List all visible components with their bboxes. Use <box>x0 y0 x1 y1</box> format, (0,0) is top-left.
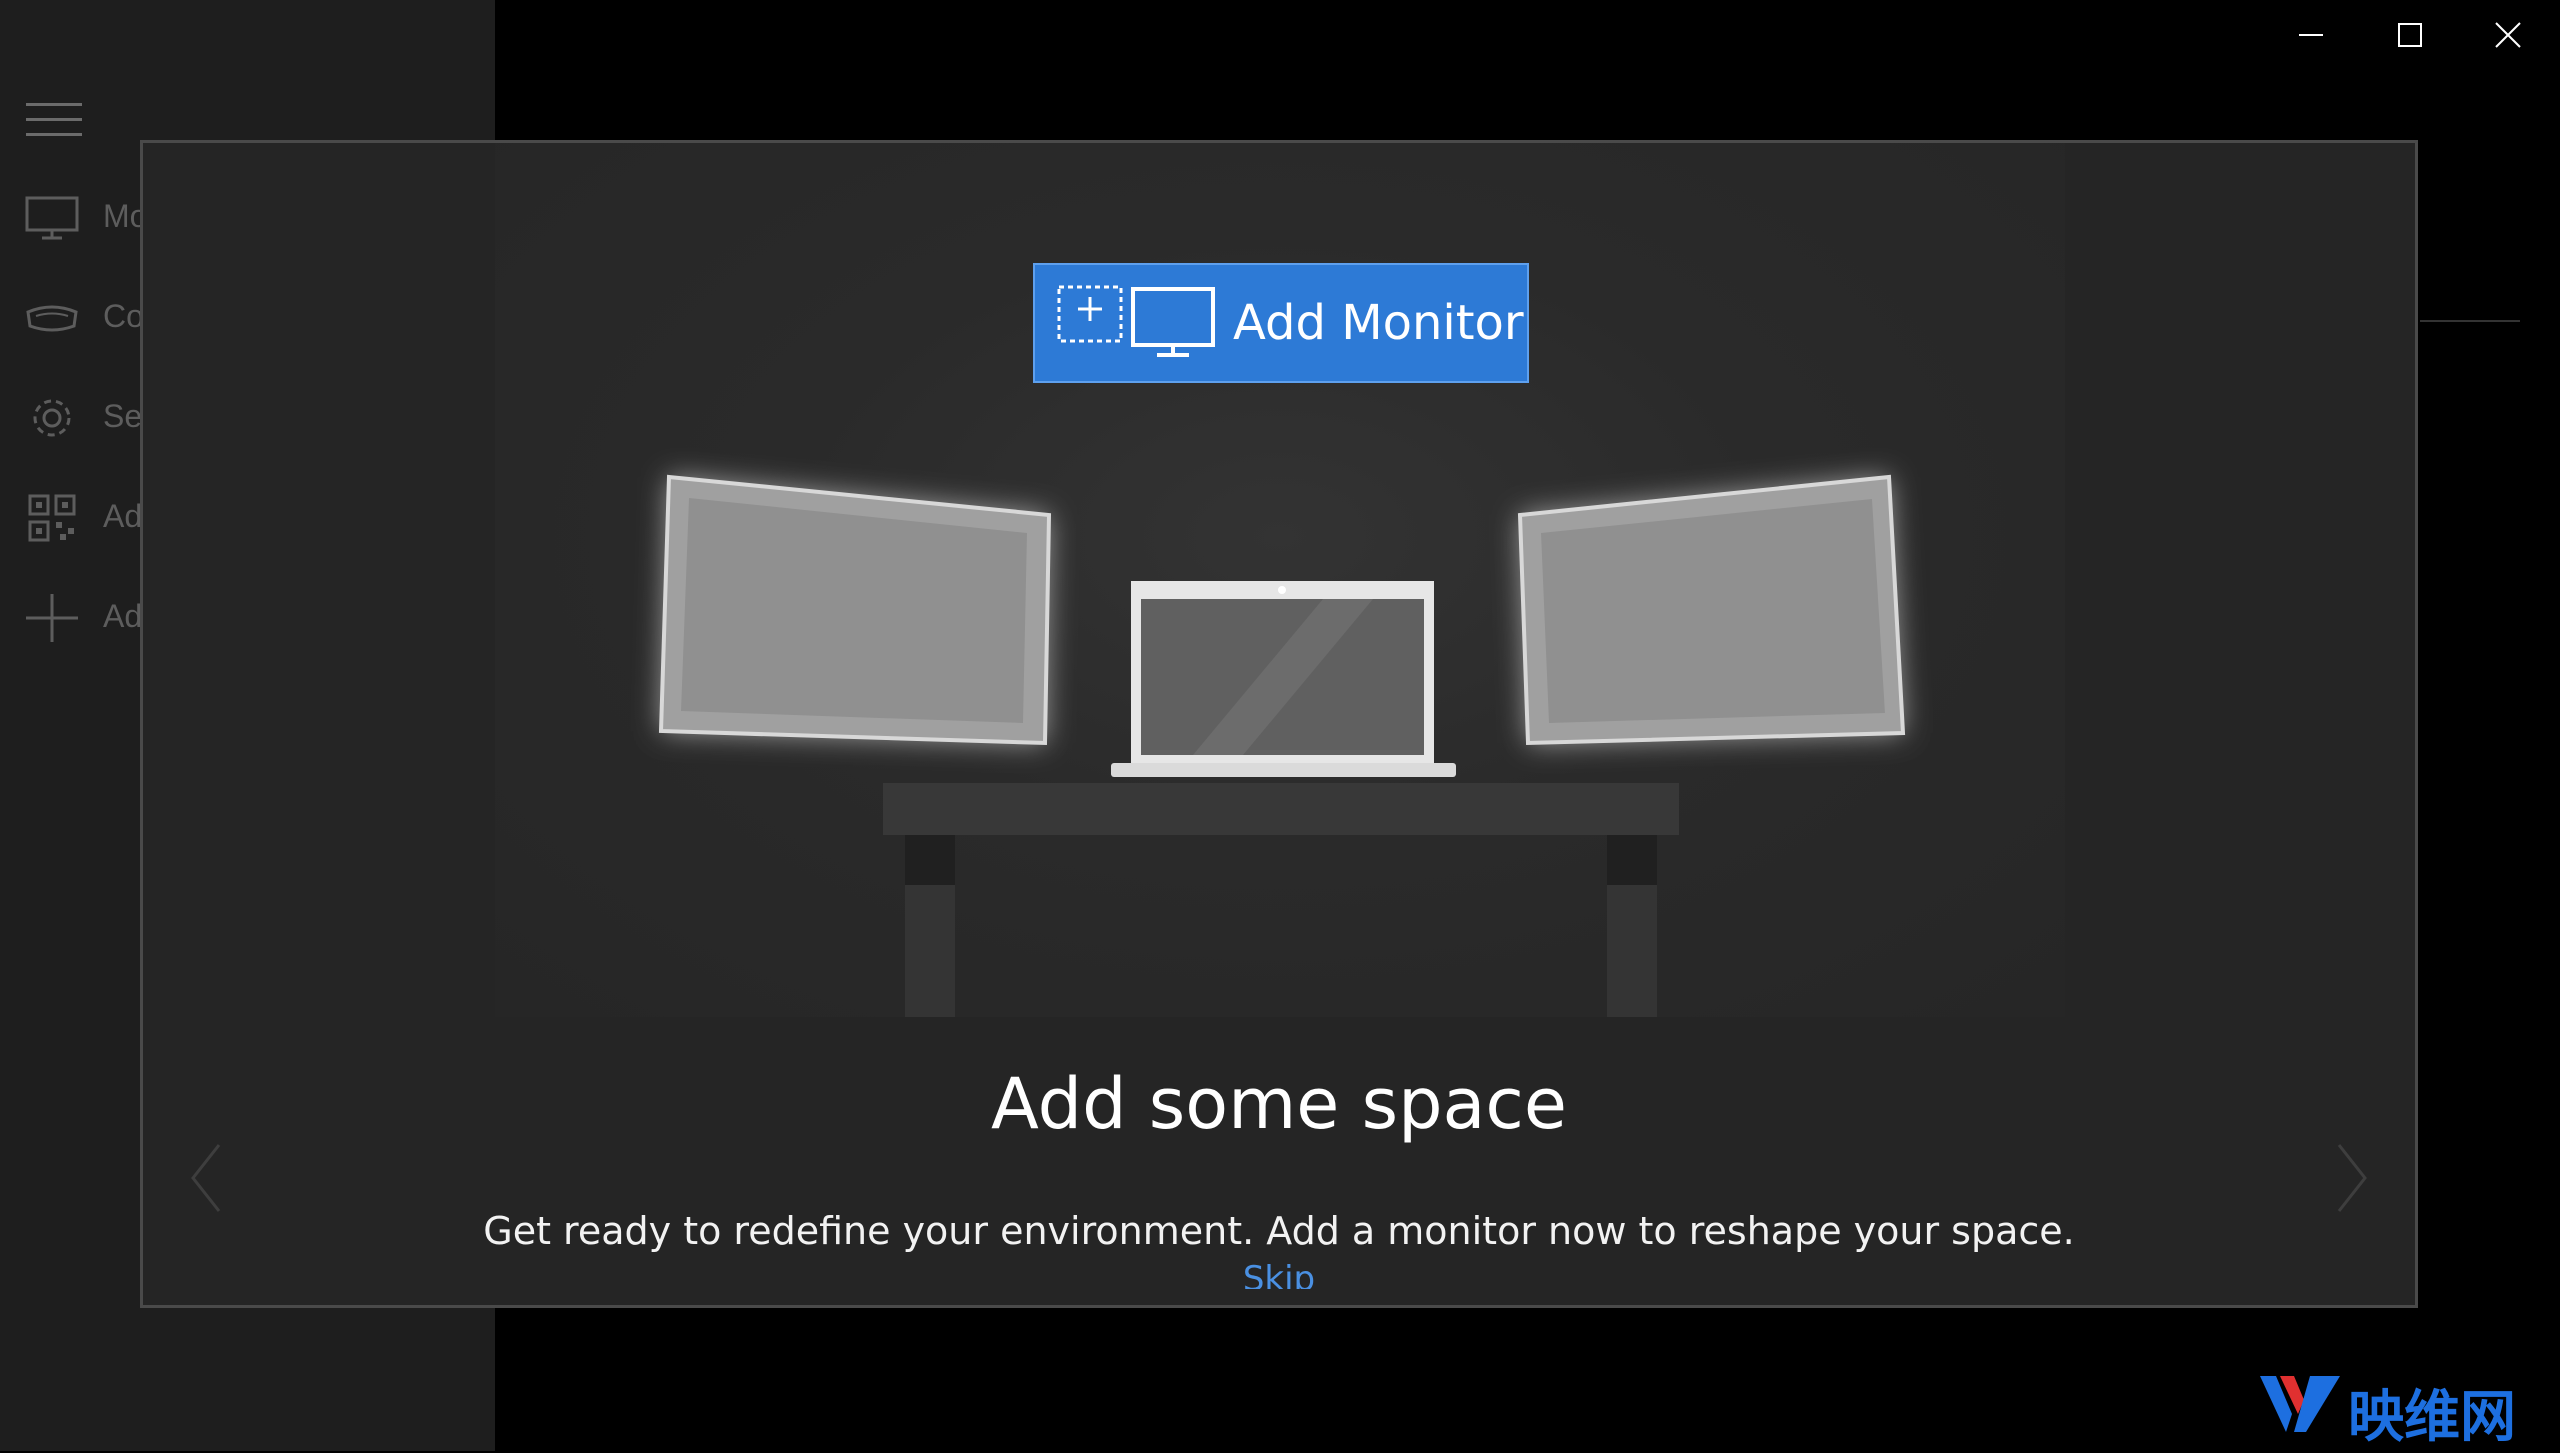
sidebar-item-label: Ad <box>103 498 143 534</box>
next-slide-button[interactable] <box>2319 1133 2379 1223</box>
hamburger-menu-button[interactable] <box>26 103 82 139</box>
add-monitor-label: Add Monitor <box>1233 295 1524 351</box>
right-monitor-illustration <box>1517 474 1906 746</box>
sidebar-item-label: Ad <box>103 598 143 634</box>
watermark-logo: 映维网 <box>2258 1368 2548 1450</box>
laptop-illustration <box>1111 581 1456 777</box>
skip-link[interactable]: Skip <box>143 1259 2415 1289</box>
maximize-button[interactable] <box>2362 0 2458 70</box>
add-monitor-icon <box>1057 285 1215 357</box>
headset-icon <box>26 305 78 332</box>
plus-icon <box>26 594 78 642</box>
add-monitor-button[interactable]: Add Monitor <box>1033 263 1529 383</box>
maximize-icon <box>2398 23 2422 47</box>
monitor-icon <box>25 196 79 240</box>
chevron-right-icon <box>2337 1144 2367 1212</box>
watermark-text: 映维网 <box>2348 1385 2516 1450</box>
previous-slide-button[interactable] <box>179 1133 239 1223</box>
close-button[interactable] <box>2460 0 2556 70</box>
yv-logo-icon <box>2260 1376 2340 1432</box>
slide-description: Get ready to redefine your environment. … <box>483 1209 2075 1253</box>
close-icon <box>2495 22 2521 48</box>
chevron-left-icon <box>191 1144 221 1212</box>
sidebar-item-label: Se <box>103 398 143 434</box>
onboarding-dialog: Add Monitor Add some space Get ready to … <box>140 140 2418 1308</box>
qr-code-icon <box>28 494 76 542</box>
header-divider <box>2420 320 2520 322</box>
minimize-button[interactable] <box>2263 0 2359 70</box>
minimize-icon <box>2299 34 2323 36</box>
desk <box>883 783 1679 1017</box>
left-monitor-illustration <box>658 474 1052 746</box>
slide-title: Add some space <box>991 1063 1567 1145</box>
gear-icon <box>33 399 71 437</box>
sidebar-item-label: Co <box>103 298 144 334</box>
